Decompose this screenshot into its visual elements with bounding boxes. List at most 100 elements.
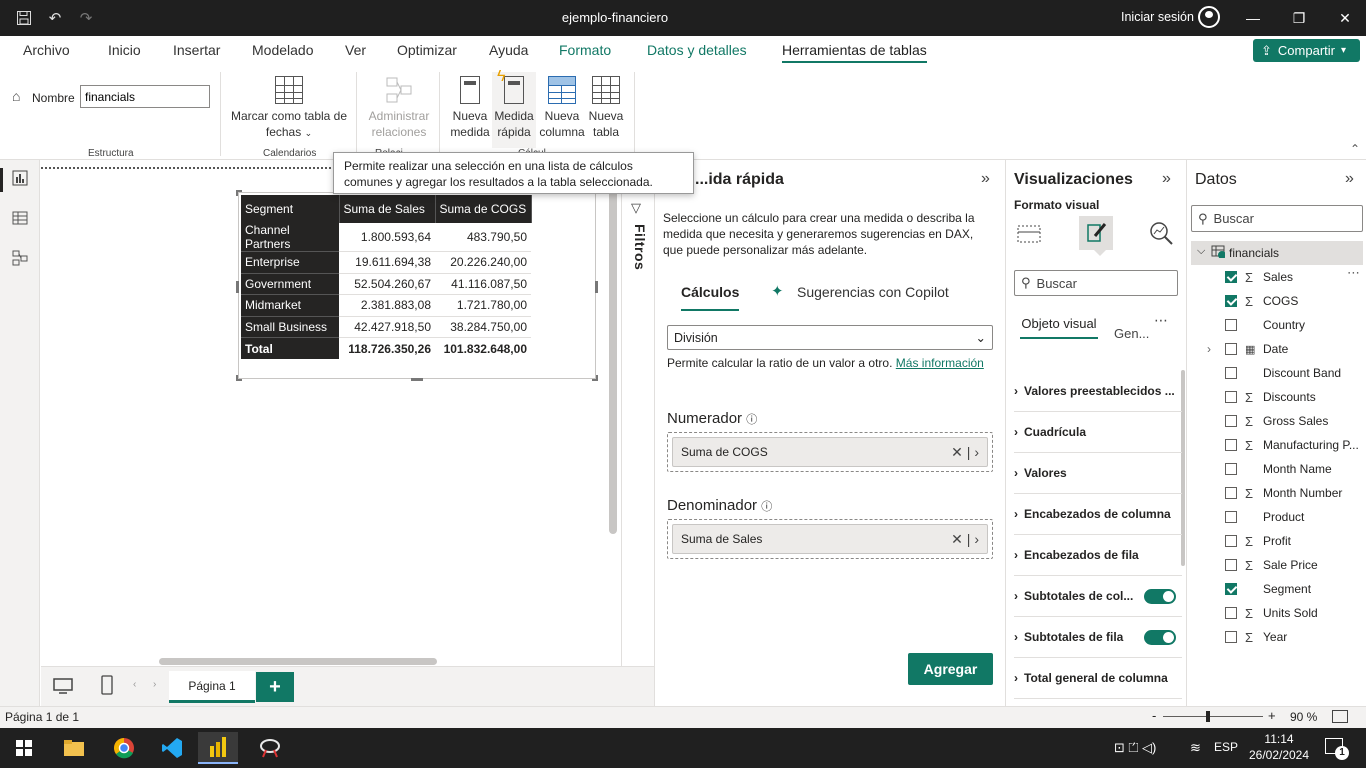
checkbox[interactable] [1225,439,1237,451]
add-button[interactable]: Agregar [908,653,993,685]
chevron-right-icon[interactable]: › [974,444,979,460]
zoom-in-button[interactable]: + [1268,708,1276,723]
chevron-down-icon[interactable]: ⌵ [1197,245,1205,258]
windows-start-icon[interactable] [4,732,44,764]
file-explorer-icon[interactable] [54,732,94,764]
page-tab[interactable]: Página 1 [169,671,255,703]
cell[interactable]: 483.790,50 [435,223,531,252]
add-page-button[interactable]: + [256,672,294,702]
report-view-icon[interactable] [10,170,30,190]
desktop-layout-icon[interactable] [53,677,73,698]
vscode-icon[interactable] [152,732,192,764]
cell[interactable]: 42.427.918,50 [339,316,435,338]
checkbox[interactable] [1225,631,1237,643]
total-cell[interactable]: 118.726.350,26 [339,338,435,360]
field-item[interactable]: Σ Year [1225,625,1365,649]
checkbox[interactable] [1225,391,1237,403]
menu-modelado[interactable]: Modelado [252,42,314,58]
table-name-input[interactable] [80,85,210,108]
wifi-icon[interactable]: ≋ [1190,740,1201,756]
menu-formato[interactable]: Formato [559,42,611,58]
field-item[interactable]: Σ Month Number [1225,481,1365,505]
checkbox[interactable] [1225,463,1237,475]
build-visual-icon[interactable] [1016,222,1042,246]
section-presets[interactable]: › Valores preestablecidos ... [1014,371,1182,412]
language-indicator[interactable]: ESP [1214,740,1238,754]
checkbox[interactable] [1225,343,1237,355]
checkbox[interactable] [1225,415,1237,427]
section-values[interactable]: › Valores [1014,453,1182,494]
analytics-icon[interactable] [1148,220,1174,246]
row-header[interactable]: Channel Partners [241,223,339,252]
next-page-icon[interactable]: › [153,679,156,690]
resize-handle[interactable] [236,281,239,293]
menu-ayuda[interactable]: Ayuda [489,42,528,58]
snipping-icon[interactable] [250,732,290,764]
numerator-well[interactable]: Suma de COGS ✕ | › [667,432,993,472]
tab-copilot[interactable]: Sugerencias con Copilot [797,284,949,300]
field-item[interactable]: › ▦ Date [1207,337,1365,361]
menu-datos-detalles[interactable]: Datos y detalles [647,42,747,58]
tab-object-visual[interactable]: Objeto visual [1020,315,1098,339]
section-row-headers[interactable]: › Encabezados de fila [1014,535,1182,576]
remove-icon[interactable]: ✕ [951,444,963,460]
column-header[interactable]: Suma de Sales [339,195,436,223]
cell[interactable]: 19.611.694,38 [339,251,435,274]
collapse-icon[interactable]: » [1162,170,1171,188]
toggle-switch[interactable] [1144,588,1176,604]
column-header[interactable]: Suma de COGS [435,195,532,223]
avatar[interactable] [1198,6,1220,28]
section-grid[interactable]: › Cuadrícula [1014,412,1182,453]
chevron-right-icon[interactable]: › [974,531,979,547]
section-row-subtotals[interactable]: › Subtotales de fila [1014,617,1182,658]
field-item[interactable]: Product [1225,505,1365,529]
share-button[interactable]: ⇪ Compartir ▾ [1253,39,1360,62]
vertical-scrollbar[interactable] [609,170,617,534]
chrome-icon[interactable] [104,732,144,764]
prev-page-icon[interactable]: ‹ [133,679,136,690]
row-header[interactable]: Small Business [241,316,339,338]
clock-date[interactable]: 26/02/2024 [1246,748,1312,762]
menu-archivo[interactable]: Archivo [23,42,70,58]
checkbox[interactable] [1225,487,1237,499]
checkbox[interactable] [1225,367,1237,379]
row-header[interactable]: Enterprise [241,251,339,274]
info-icon[interactable]: ⓘ [746,414,757,426]
field-item[interactable]: Σ Sale Price [1225,553,1365,577]
row-header[interactable]: Midmarket [241,294,339,317]
info-icon[interactable]: ⓘ [761,501,772,513]
section-column-headers[interactable]: › Encabezados de columna [1014,494,1182,535]
field-item[interactable]: Country [1225,313,1365,337]
remove-icon[interactable]: ✕ [951,531,963,547]
tab-general[interactable]: Gen... [1114,326,1149,341]
menu-insertar[interactable]: Insertar [173,42,220,58]
checkbox[interactable] [1225,511,1237,523]
menu-inicio[interactable]: Inicio [108,42,141,58]
total-label[interactable]: Total [241,337,339,359]
collapse-icon[interactable]: » [981,170,990,188]
tab-calculos[interactable]: Cálculos [681,284,740,311]
field-item[interactable]: Σ Gross Sales [1225,409,1365,433]
section-column-subtotals[interactable]: › Subtotales de col... [1014,576,1182,617]
more-options-icon[interactable]: ⋯ [1154,312,1168,329]
menu-herramientas-tablas[interactable]: Herramientas de tablas [782,42,927,63]
model-view-icon[interactable] [10,250,30,270]
matrix-visual[interactable]: Segment Suma de Sales Suma de COGS Chann… [236,190,598,381]
collapse-ribbon-icon[interactable]: ⌃ [1350,142,1360,156]
quick-measure-button[interactable]: ϟ Medida rápida [492,69,536,148]
field-item[interactable]: Σ Sales [1225,265,1365,289]
field-item[interactable]: Σ Discounts [1225,385,1365,409]
denominator-pill[interactable]: Suma de Sales ✕ | › [672,524,988,554]
zoom-slider[interactable] [1163,716,1263,717]
menu-ver[interactable]: Ver [345,42,366,58]
resize-handle[interactable] [411,378,423,381]
field-item[interactable]: Σ Units Sold [1225,601,1365,625]
horizontal-scrollbar[interactable] [159,658,437,665]
checkbox[interactable] [1225,607,1237,619]
checkbox[interactable] [1225,271,1237,283]
toggle-switch[interactable] [1144,629,1176,645]
resize-handle[interactable] [236,190,242,196]
table-node[interactable]: ⌵ financials [1191,241,1363,265]
system-tray-icons[interactable]: ⊡ ⏍ ◁) [1114,740,1156,756]
cell[interactable]: 1.721.780,00 [435,294,531,317]
